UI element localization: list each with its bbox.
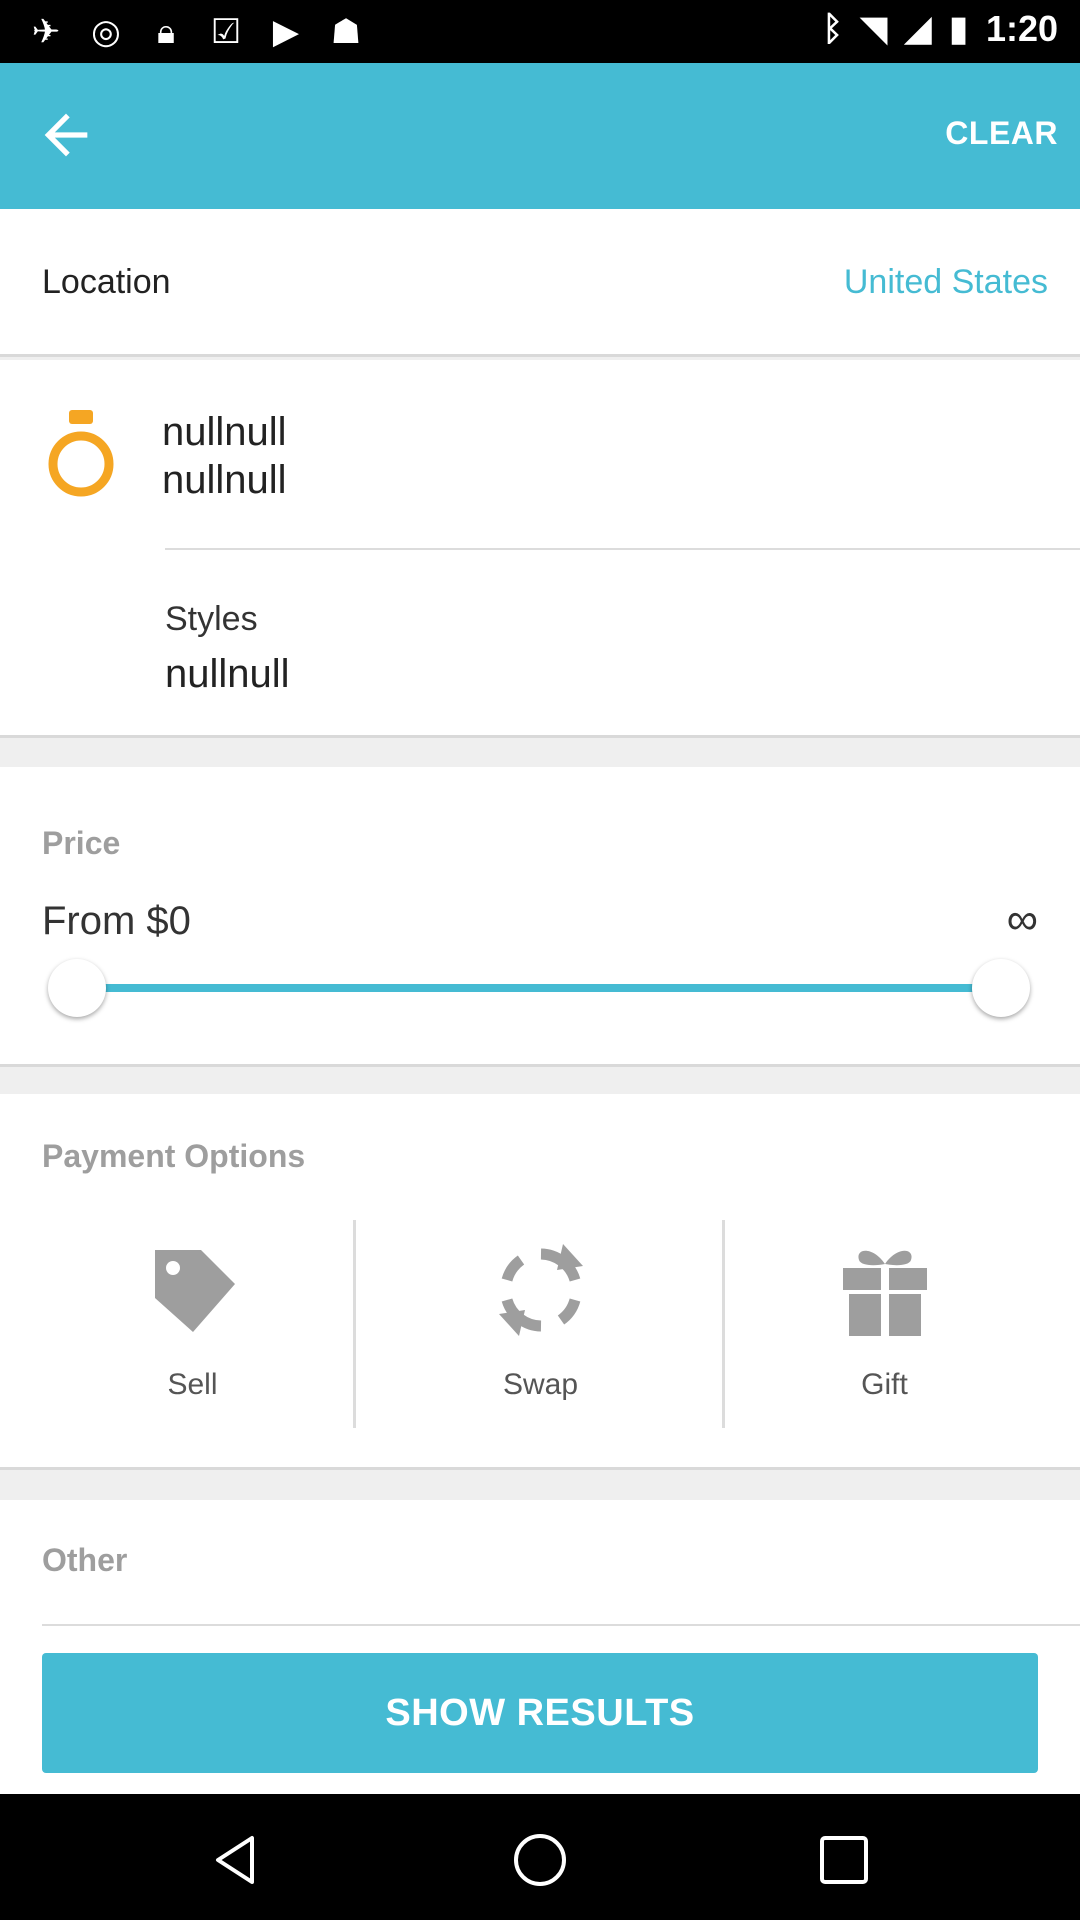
location-row[interactable]: Location United States <box>0 209 1080 357</box>
gift-icon <box>842 1250 927 1336</box>
play-icon: ▶ <box>272 13 300 51</box>
payment-option-label: Swap <box>502 1368 579 1401</box>
location-label: Location <box>42 263 171 301</box>
arrow-left-icon[interactable] <box>34 103 98 167</box>
navigation-bar <box>0 1794 1080 1920</box>
nav-back-icon[interactable] <box>206 1830 266 1890</box>
android-icon: ☗ <box>330 13 362 51</box>
divider <box>165 548 1080 550</box>
styles-value[interactable]: nullnull <box>165 652 290 697</box>
swap-icon <box>498 1244 583 1336</box>
signal-icon: ◢ <box>905 10 932 48</box>
app-bar: CLEAR <box>0 63 1080 209</box>
task-icon: ☑ <box>210 13 242 51</box>
price-max-handle[interactable] <box>972 959 1030 1017</box>
divider <box>42 1624 1080 1626</box>
payment-option-gift[interactable]: Gift <box>712 1220 1057 1428</box>
status-bar: ✈ ◎ 🔒︎ ☑ ▶ ☗ ᛒ ◥ ◢ ▮ 1:20 <box>0 0 1080 63</box>
payment-option-label: Sell <box>167 1368 218 1401</box>
price-from-label: From $0 <box>42 899 191 943</box>
price-range-track[interactable] <box>78 984 1000 992</box>
tag-icon <box>154 1250 235 1332</box>
clear-button[interactable]: CLEAR <box>945 115 1058 152</box>
payment-options-section: Payment Options Sell Swap Gift <box>0 1094 1080 1470</box>
satellite-icon: ✈ <box>31 13 61 51</box>
divider <box>353 1220 356 1428</box>
category-name-line2[interactable]: nullnull <box>162 458 287 503</box>
nav-home-icon[interactable] <box>510 1830 570 1890</box>
payment-option-label: Gift <box>861 1368 908 1401</box>
payment-options-heading: Payment Options <box>42 1138 306 1174</box>
location-value[interactable]: United States <box>844 263 1048 302</box>
price-to-label: ∞ <box>1006 895 1038 944</box>
price-section: Price From $0 ∞ <box>0 767 1080 1067</box>
price-heading: Price <box>42 825 121 861</box>
wifi-icon: ◥ <box>860 10 888 48</box>
status-time: 1:20 <box>985 8 1058 49</box>
category-name-line1[interactable]: nullnull <box>162 410 287 455</box>
payment-option-sell[interactable]: Sell <box>20 1220 365 1428</box>
bluetooth-icon: ᛒ <box>822 9 843 48</box>
payment-option-swap[interactable]: Swap <box>368 1220 713 1428</box>
styles-label: Styles <box>165 600 258 638</box>
show-results-button[interactable]: SHOW RESULTS <box>42 1653 1038 1773</box>
price-min-handle[interactable] <box>48 959 106 1017</box>
sync-icon: ◎ <box>91 13 121 51</box>
other-heading: Other <box>42 1542 128 1578</box>
battery-icon: ▮ <box>949 10 968 48</box>
category-section: nullnull nullnull Styles nullnull <box>0 360 1080 738</box>
nav-recents-icon[interactable] <box>814 1830 874 1890</box>
ring-icon <box>48 410 114 497</box>
lock-icon: 🔒︎ <box>156 13 176 51</box>
